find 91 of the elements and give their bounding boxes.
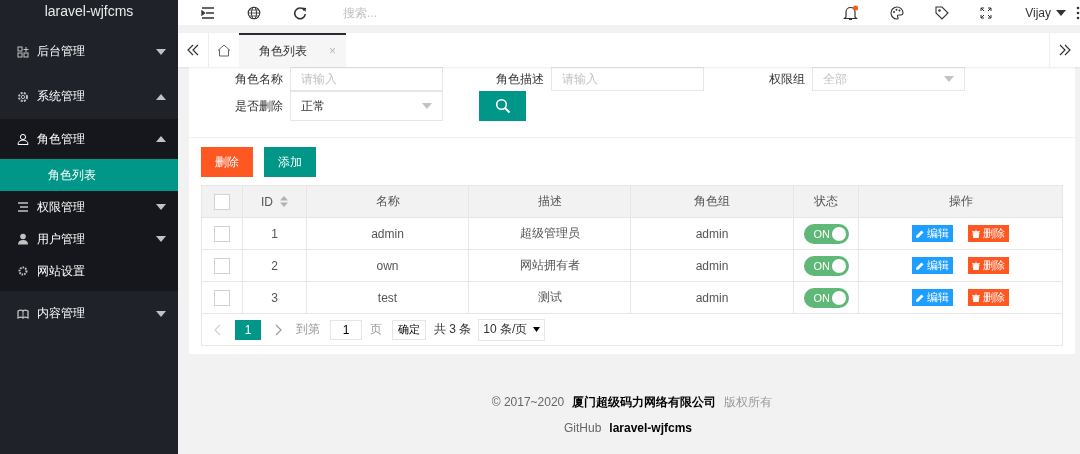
github-label: GitHub bbox=[563, 421, 602, 435]
double-chevron-left-icon bbox=[187, 44, 199, 56]
home-icon bbox=[217, 43, 231, 57]
total-count: 共 3 条 bbox=[434, 321, 472, 338]
app-title: laravel-wjfcms bbox=[43, 2, 135, 21]
grid-icon bbox=[17, 45, 29, 58]
search-icon bbox=[494, 98, 511, 114]
table-cell: admin bbox=[631, 282, 794, 313]
gear-icon bbox=[17, 90, 29, 103]
sidebar-item[interactable]: 网站设置 bbox=[0, 255, 178, 287]
sidebar-item[interactable]: 系统管理 bbox=[0, 74, 178, 119]
caret-icon bbox=[156, 204, 166, 210]
double-chevron-right-icon bbox=[1059, 44, 1071, 56]
pencil-icon bbox=[916, 229, 924, 238]
table-cell: 3 bbox=[243, 282, 307, 313]
pager-label: 到第 bbox=[296, 321, 320, 338]
table-cell: own bbox=[307, 250, 469, 281]
user-icon bbox=[17, 233, 29, 245]
table-cell: 测试 bbox=[469, 282, 631, 313]
user-menu[interactable]: Vijay bbox=[1025, 5, 1066, 20]
column-header[interactable]: ID bbox=[243, 186, 307, 217]
page-input[interactable]: 1 bbox=[330, 319, 362, 340]
caret-icon bbox=[533, 327, 541, 332]
trash-icon bbox=[972, 293, 980, 302]
refresh-icon[interactable] bbox=[293, 5, 307, 20]
tab[interactable]: 角色列表 × bbox=[239, 33, 346, 67]
pencil-icon bbox=[916, 261, 924, 270]
pager-label: 页 bbox=[370, 321, 382, 338]
input-field[interactable]: 请输入 bbox=[290, 67, 443, 91]
gear-icon bbox=[17, 265, 29, 277]
table-cell: admin bbox=[307, 218, 469, 249]
more-icon[interactable] bbox=[1076, 5, 1080, 20]
table-cell: 网站拥有者 bbox=[469, 250, 631, 281]
table-cell: admin bbox=[631, 250, 794, 281]
caret-icon bbox=[156, 310, 166, 317]
select-field[interactable]: 正常 bbox=[290, 91, 443, 121]
list-icon bbox=[17, 201, 29, 213]
user-outline-icon bbox=[17, 133, 29, 145]
row-checkbox[interactable] bbox=[214, 289, 230, 306]
column-header: 状态 bbox=[794, 186, 859, 217]
table-cell: admin bbox=[631, 218, 794, 249]
sidebar-item[interactable]: 角色列表 bbox=[0, 159, 178, 191]
caret-icon bbox=[1056, 9, 1066, 16]
palette-icon[interactable] bbox=[890, 5, 905, 20]
company-link[interactable]: 厦门超级码力网络有限公司 bbox=[572, 395, 717, 409]
book-icon bbox=[17, 307, 29, 320]
pencil-icon bbox=[916, 293, 924, 302]
sidebar-item[interactable]: 用户管理 bbox=[0, 223, 178, 255]
column-header: 角色组 bbox=[631, 186, 794, 217]
table-cell: 2 bbox=[243, 250, 307, 281]
add-button[interactable]: 添加 bbox=[264, 147, 316, 177]
table-cell: test bbox=[307, 282, 469, 313]
trash-icon bbox=[972, 261, 980, 270]
caret-icon bbox=[944, 76, 954, 82]
column-header: 名称 bbox=[307, 186, 469, 217]
github-link[interactable]: laravel-wjfcms bbox=[609, 421, 693, 435]
confirm-button[interactable]: 确定 bbox=[392, 319, 426, 340]
fullscreen-icon[interactable] bbox=[980, 6, 993, 19]
menu-icon[interactable] bbox=[201, 6, 215, 19]
trash-icon bbox=[972, 229, 980, 238]
field-label: 是否删除 bbox=[234, 97, 283, 115]
caret-icon bbox=[156, 93, 166, 100]
table-cell: 超级管理员 bbox=[469, 218, 631, 249]
page-button[interactable]: 1 bbox=[235, 319, 261, 340]
row-checkbox[interactable] bbox=[214, 257, 230, 274]
tag-icon[interactable] bbox=[935, 5, 950, 20]
field-label: 权限组 bbox=[768, 70, 805, 88]
sort-icon bbox=[280, 196, 288, 207]
caret-icon bbox=[156, 48, 166, 55]
page-size-select[interactable]: 10 条/页 bbox=[478, 318, 546, 341]
bell-icon[interactable] bbox=[843, 4, 860, 21]
table-cell: 1 bbox=[243, 218, 307, 249]
column-header: 操作 bbox=[947, 193, 974, 210]
caret-icon bbox=[422, 103, 432, 109]
field-label: 角色描述 bbox=[495, 70, 544, 88]
caret-icon bbox=[156, 236, 166, 242]
sidebar-item[interactable]: 角色管理 bbox=[0, 119, 178, 159]
row-checkbox[interactable] bbox=[214, 225, 230, 242]
search-button[interactable] bbox=[479, 91, 526, 121]
chevron-right-icon[interactable] bbox=[275, 323, 282, 336]
sidebar-item[interactable]: 后台管理 bbox=[0, 29, 178, 74]
copyright-text: © 2017~2020 bbox=[491, 395, 565, 409]
sidebar-item[interactable]: 权限管理 bbox=[0, 191, 178, 223]
rights-text: 版权所有 bbox=[724, 395, 773, 409]
select-all-checkbox[interactable] bbox=[214, 193, 230, 210]
column-header: 描述 bbox=[469, 186, 631, 217]
sidebar-item[interactable]: 内容管理 bbox=[0, 291, 178, 336]
caret-icon bbox=[156, 136, 166, 142]
field-label: 角色名称 bbox=[234, 70, 283, 88]
globe-icon[interactable] bbox=[247, 5, 261, 20]
input-field[interactable]: 请输入 bbox=[551, 67, 704, 91]
